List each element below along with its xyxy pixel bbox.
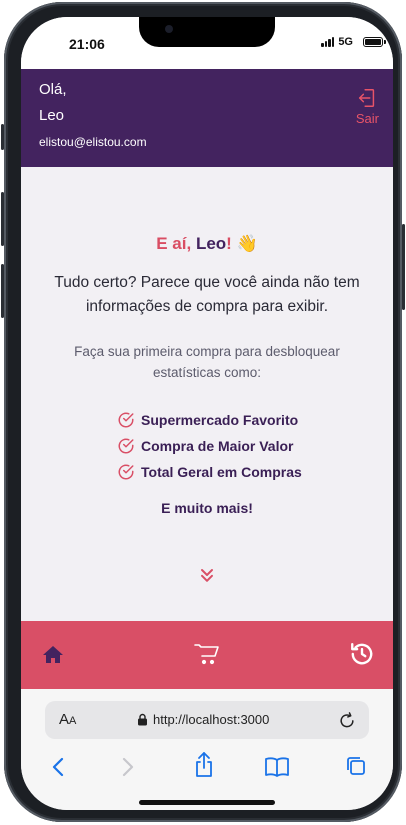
battery-icon xyxy=(363,37,386,47)
feature-item: Supermercado Favorito xyxy=(117,407,302,433)
app-header: Olá, Leo elistou@elistou.com Sair xyxy=(21,69,393,167)
hey-name: Leo xyxy=(195,234,227,253)
status-bar: 21:06 5G xyxy=(21,17,393,69)
browser-nav-row xyxy=(21,751,393,783)
hey-prefix: E aí, xyxy=(156,234,196,253)
logout-label: Sair xyxy=(355,111,379,126)
url-display[interactable]: http://localhost:3000 xyxy=(137,712,269,727)
bookmarks-icon[interactable] xyxy=(263,755,291,779)
empty-state-message: Tudo certo? Parece que você ainda não te… xyxy=(54,274,360,315)
home-icon[interactable] xyxy=(41,643,65,667)
logout-button[interactable]: Sair xyxy=(356,87,379,126)
power-button xyxy=(402,224,405,310)
first-purchase-hint: Faça sua primeira compra para desbloquea… xyxy=(74,344,340,380)
greeting-text: Olá, xyxy=(39,81,67,98)
dynamic-notch xyxy=(139,17,275,47)
url-text: http://localhost:3000 xyxy=(153,712,270,727)
status-network: 5G xyxy=(321,36,353,48)
feature-item: Total Geral em Compras xyxy=(117,459,302,485)
mute-switch xyxy=(1,124,4,150)
reload-icon[interactable] xyxy=(337,709,357,731)
check-circle-icon xyxy=(118,464,134,480)
network-label: 5G xyxy=(338,36,353,48)
logout-icon xyxy=(359,89,375,107)
aa-large: A xyxy=(59,711,70,728)
feature-item: Compra de Maior Valor xyxy=(117,433,302,459)
browser-toolbar: AA http://localhost:3000 xyxy=(21,689,393,810)
lock-icon xyxy=(138,713,147,726)
main-content: E aí, Leo! 👋 Tudo certo? Parece que você… xyxy=(21,167,393,621)
signal-icon xyxy=(321,37,335,47)
more-text: E muito mais! xyxy=(161,500,253,516)
check-circle-icon xyxy=(118,412,134,428)
user-name: Leo xyxy=(39,107,65,124)
user-email: elistou@elistou.com xyxy=(39,135,147,149)
address-bar[interactable]: AA http://localhost:3000 xyxy=(45,701,369,739)
hey-suffix: ! 👋 xyxy=(226,234,258,253)
tabs-icon[interactable] xyxy=(345,755,367,777)
phone-frame: 21:06 5G Olá, Leo elistou@elistou.com Sa… xyxy=(1,2,405,822)
status-time: 21:06 xyxy=(69,36,105,52)
text-size-button[interactable]: AA xyxy=(59,711,76,728)
feature-list: Supermercado Favorito Compra de Maior Va… xyxy=(117,407,302,485)
feature-label: Compra de Maior Valor xyxy=(141,438,294,454)
screen: 21:06 5G Olá, Leo elistou@elistou.com Sa… xyxy=(21,17,393,810)
volume-down-button xyxy=(1,264,4,318)
chevrons-down-icon[interactable] xyxy=(197,565,217,585)
feature-label: Total Geral em Compras xyxy=(141,464,302,480)
history-icon[interactable] xyxy=(349,641,375,667)
camera-icon xyxy=(165,25,173,33)
share-icon[interactable] xyxy=(193,751,215,779)
feature-label: Supermercado Favorito xyxy=(141,412,299,428)
volume-up-button xyxy=(1,192,4,246)
bottom-tab-bar xyxy=(21,621,393,689)
hey-heading: E aí, Leo! 👋 xyxy=(21,234,393,254)
back-icon[interactable] xyxy=(49,755,69,779)
forward-icon[interactable] xyxy=(117,755,137,779)
cart-icon[interactable] xyxy=(193,641,221,667)
check-circle-icon xyxy=(118,438,134,454)
home-indicator xyxy=(139,800,275,805)
aa-small: A xyxy=(69,715,77,727)
